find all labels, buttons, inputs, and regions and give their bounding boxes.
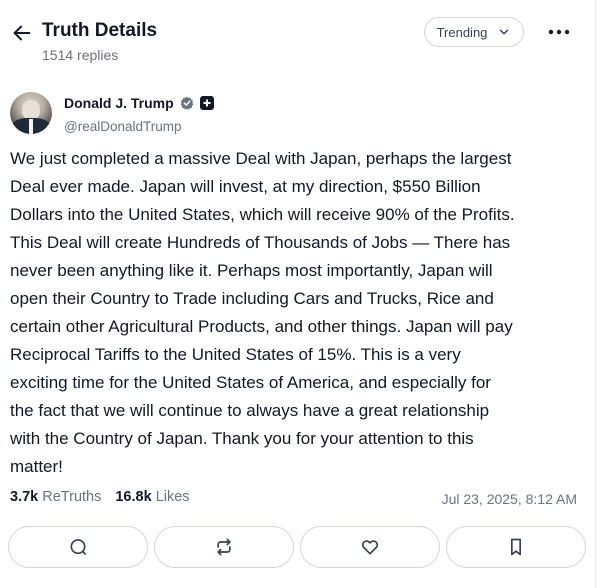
like-button[interactable]	[300, 526, 440, 568]
bookmark-icon	[506, 537, 526, 557]
retruth-button[interactable]	[154, 526, 294, 568]
retruths-stat[interactable]: 3.7k ReTruths	[10, 489, 101, 505]
plus-badge-icon	[199, 96, 214, 110]
more-horizontal-icon	[548, 28, 570, 36]
post-timestamp: Jul 23, 2025, 8:12 AM	[441, 491, 577, 507]
post-stats: 3.7k ReTruths 16.8k Likes	[10, 489, 190, 505]
author-handle[interactable]: @realDonaldTrump	[64, 119, 182, 134]
bookmark-button[interactable]	[446, 526, 586, 568]
back-button[interactable]	[8, 19, 36, 47]
comment-icon	[68, 537, 88, 557]
post-detail-panel: Truth Details 1514 replies Trending Dona…	[0, 0, 596, 588]
page-header: Truth Details 1514 replies Trending	[0, 0, 596, 76]
retruths-count: 3.7k	[10, 489, 39, 505]
reply-count: 1514 replies	[42, 47, 119, 63]
arrow-left-icon	[11, 22, 33, 44]
likes-count: 16.8k	[115, 489, 152, 505]
avatar[interactable]	[10, 92, 52, 134]
sort-dropdown[interactable]: Trending	[424, 17, 524, 47]
verified-check-icon	[180, 96, 194, 110]
action-bar	[8, 526, 586, 568]
sort-label: Trending	[436, 24, 488, 40]
retruth-icon	[214, 537, 234, 557]
page-title: Truth Details	[42, 20, 158, 41]
likes-stat[interactable]: 16.8k Likes	[115, 489, 189, 505]
reply-button[interactable]	[8, 526, 148, 568]
likes-label: Likes	[155, 489, 190, 505]
retruths-label: ReTruths	[42, 489, 102, 505]
chevron-down-icon	[497, 25, 511, 39]
author-name[interactable]: Donald J. Trump	[64, 95, 214, 111]
author-name-text: Donald J. Trump	[64, 95, 174, 111]
post-body: We just completed a massive Deal with Ja…	[10, 149, 515, 476]
more-options-button[interactable]	[545, 22, 573, 42]
heart-icon	[360, 537, 380, 557]
